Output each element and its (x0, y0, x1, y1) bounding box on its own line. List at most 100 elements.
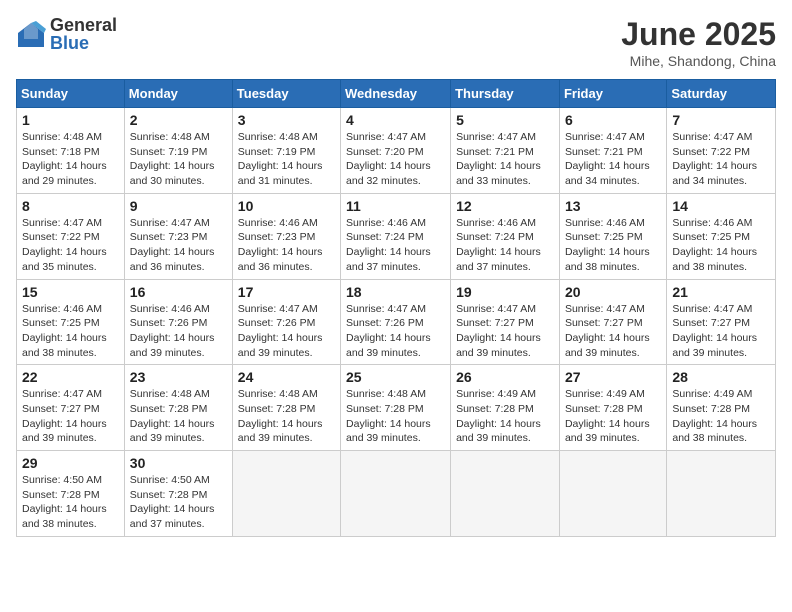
day-info: Sunrise: 4:47 AMSunset: 7:23 PMDaylight:… (130, 216, 227, 275)
day-cell-21: 21Sunrise: 4:47 AMSunset: 7:27 PMDayligh… (667, 279, 776, 365)
day-cell-12: 12 Sunrise: 4:46 AMSunset: 7:24 PMDayligh… (451, 193, 560, 279)
empty-cell (232, 451, 340, 537)
day-cell-14: 14Sunrise: 4:46 AMSunset: 7:25 PMDayligh… (667, 193, 776, 279)
day-number: 1 (22, 112, 119, 128)
empty-cell (341, 451, 451, 537)
day-number: 9 (130, 198, 227, 214)
header-cell-thursday: Thursday (451, 80, 560, 108)
day-cell-15: 15 Sunrise: 4:46 AMSunset: 7:25 PMDayligh… (17, 279, 125, 365)
day-cell-30: 30Sunrise: 4:50 AMSunset: 7:28 PMDayligh… (124, 451, 232, 537)
day-number: 15 (22, 284, 119, 300)
day-number: 27 (565, 369, 661, 385)
day-cell-28: 28 Sunrise: 4:49 AMSunset: 7:28 PMDayligh… (667, 365, 776, 451)
day-info: Sunrise: 4:49 AMSunset: 7:28 PMDaylight:… (565, 387, 661, 446)
day-info: Sunrise: 4:46 AMSunset: 7:26 PMDaylight:… (130, 302, 227, 361)
day-cell-18: 18 Sunrise: 4:47 AMSunset: 7:26 PMDayligh… (341, 279, 451, 365)
day-number: 29 (22, 455, 119, 471)
day-cell-27: 27 Sunrise: 4:49 AMSunset: 7:28 PMDayligh… (559, 365, 666, 451)
empty-cell (559, 451, 666, 537)
day-number: 17 (238, 284, 335, 300)
calendar-subtitle: Mihe, Shandong, China (621, 53, 776, 69)
page-header: General Blue June 2025 Mihe, Shandong, C… (16, 16, 776, 69)
day-number: 23 (130, 369, 227, 385)
day-info: Sunrise: 4:47 AMSunset: 7:27 PMDaylight:… (22, 387, 119, 446)
day-info: Sunrise: 4:47 AMSunset: 7:22 PMDaylight:… (22, 216, 119, 275)
day-number: 12 (456, 198, 554, 214)
day-number: 2 (130, 112, 227, 128)
calendar-table: SundayMondayTuesdayWednesdayThursdayFrid… (16, 79, 776, 537)
week-row-3: 15 Sunrise: 4:46 AMSunset: 7:25 PMDayligh… (17, 279, 776, 365)
header-cell-friday: Friday (559, 80, 666, 108)
day-cell-29: 29 Sunrise: 4:50 AMSunset: 7:28 PMDayligh… (17, 451, 125, 537)
logo: General Blue (16, 16, 117, 52)
logo-general: General (50, 16, 117, 34)
day-cell-17: 17 Sunrise: 4:47 AMSunset: 7:26 PMDayligh… (232, 279, 340, 365)
day-number: 8 (22, 198, 119, 214)
day-number: 16 (130, 284, 227, 300)
day-cell-25: 25 Sunrise: 4:48 AMSunset: 7:28 PMDayligh… (341, 365, 451, 451)
day-cell-9: 9 Sunrise: 4:47 AMSunset: 7:23 PMDaylight… (124, 193, 232, 279)
day-cell-1: 1 Sunrise: 4:48 AMSunset: 7:18 PMDaylight… (17, 108, 125, 194)
empty-cell (667, 451, 776, 537)
day-info: Sunrise: 4:46 AMSunset: 7:24 PMDaylight:… (346, 216, 445, 275)
day-info: Sunrise: 4:46 AMSunset: 7:23 PMDaylight:… (238, 216, 335, 275)
day-info: Sunrise: 4:47 AMSunset: 7:26 PMDaylight:… (346, 302, 445, 361)
day-number: 28 (672, 369, 770, 385)
day-info: Sunrise: 4:48 AMSunset: 7:28 PMDaylight:… (346, 387, 445, 446)
day-number: 26 (456, 369, 554, 385)
day-number: 6 (565, 112, 661, 128)
header-cell-wednesday: Wednesday (341, 80, 451, 108)
day-info: Sunrise: 4:47 AMSunset: 7:20 PMDaylight:… (346, 130, 445, 189)
day-cell-6: 6 Sunrise: 4:47 AMSunset: 7:21 PMDaylight… (559, 108, 666, 194)
day-number: 30 (130, 455, 227, 471)
day-cell-23: 23 Sunrise: 4:48 AMSunset: 7:28 PMDayligh… (124, 365, 232, 451)
day-cell-13: 13 Sunrise: 4:46 AMSunset: 7:25 PMDayligh… (559, 193, 666, 279)
day-info: Sunrise: 4:47 AMSunset: 7:27 PMDaylight:… (565, 302, 661, 361)
day-info: Sunrise: 4:48 AMSunset: 7:18 PMDaylight:… (22, 130, 119, 189)
calendar-header: SundayMondayTuesdayWednesdayThursdayFrid… (17, 80, 776, 108)
day-cell-5: 5Sunrise: 4:47 AMSunset: 7:21 PMDaylight… (451, 108, 560, 194)
week-row-2: 8 Sunrise: 4:47 AMSunset: 7:22 PMDaylight… (17, 193, 776, 279)
empty-cell (451, 451, 560, 537)
day-number: 10 (238, 198, 335, 214)
day-cell-7: 7Sunrise: 4:47 AMSunset: 7:22 PMDaylight… (667, 108, 776, 194)
logo-text: General Blue (50, 16, 117, 52)
day-cell-11: 11 Sunrise: 4:46 AMSunset: 7:24 PMDayligh… (341, 193, 451, 279)
day-info: Sunrise: 4:47 AMSunset: 7:21 PMDaylight:… (456, 130, 554, 189)
day-cell-8: 8 Sunrise: 4:47 AMSunset: 7:22 PMDaylight… (17, 193, 125, 279)
header-cell-tuesday: Tuesday (232, 80, 340, 108)
day-cell-20: 20 Sunrise: 4:47 AMSunset: 7:27 PMDayligh… (559, 279, 666, 365)
day-cell-2: 2 Sunrise: 4:48 AMSunset: 7:19 PMDaylight… (124, 108, 232, 194)
header-cell-saturday: Saturday (667, 80, 776, 108)
day-info: Sunrise: 4:49 AMSunset: 7:28 PMDaylight:… (672, 387, 770, 446)
day-info: Sunrise: 4:46 AMSunset: 7:25 PMDaylight:… (22, 302, 119, 361)
day-info: Sunrise: 4:47 AMSunset: 7:22 PMDaylight:… (672, 130, 770, 189)
calendar-title: June 2025 (621, 16, 776, 53)
day-info: Sunrise: 4:49 AMSunset: 7:28 PMDaylight:… (456, 387, 554, 446)
day-info: Sunrise: 4:48 AMSunset: 7:19 PMDaylight:… (238, 130, 335, 189)
day-number: 18 (346, 284, 445, 300)
day-number: 25 (346, 369, 445, 385)
day-number: 13 (565, 198, 661, 214)
day-info: Sunrise: 4:46 AMSunset: 7:24 PMDaylight:… (456, 216, 554, 275)
day-info: Sunrise: 4:46 AMSunset: 7:25 PMDaylight:… (565, 216, 661, 275)
header-cell-sunday: Sunday (17, 80, 125, 108)
day-info: Sunrise: 4:47 AMSunset: 7:27 PMDaylight:… (456, 302, 554, 361)
day-info: Sunrise: 4:48 AMSunset: 7:28 PMDaylight:… (130, 387, 227, 446)
day-info: Sunrise: 4:47 AMSunset: 7:26 PMDaylight:… (238, 302, 335, 361)
day-cell-26: 26 Sunrise: 4:49 AMSunset: 7:28 PMDayligh… (451, 365, 560, 451)
day-number: 21 (672, 284, 770, 300)
day-info: Sunrise: 4:46 AMSunset: 7:25 PMDaylight:… (672, 216, 770, 275)
day-info: Sunrise: 4:50 AMSunset: 7:28 PMDaylight:… (22, 473, 119, 532)
day-number: 24 (238, 369, 335, 385)
day-number: 4 (346, 112, 445, 128)
day-info: Sunrise: 4:48 AMSunset: 7:19 PMDaylight:… (130, 130, 227, 189)
day-info: Sunrise: 4:47 AMSunset: 7:21 PMDaylight:… (565, 130, 661, 189)
day-info: Sunrise: 4:48 AMSunset: 7:28 PMDaylight:… (238, 387, 335, 446)
logo-icon (16, 19, 46, 49)
day-number: 20 (565, 284, 661, 300)
day-number: 11 (346, 198, 445, 214)
day-number: 19 (456, 284, 554, 300)
title-block: June 2025 Mihe, Shandong, China (621, 16, 776, 69)
week-row-1: 1 Sunrise: 4:48 AMSunset: 7:18 PMDaylight… (17, 108, 776, 194)
